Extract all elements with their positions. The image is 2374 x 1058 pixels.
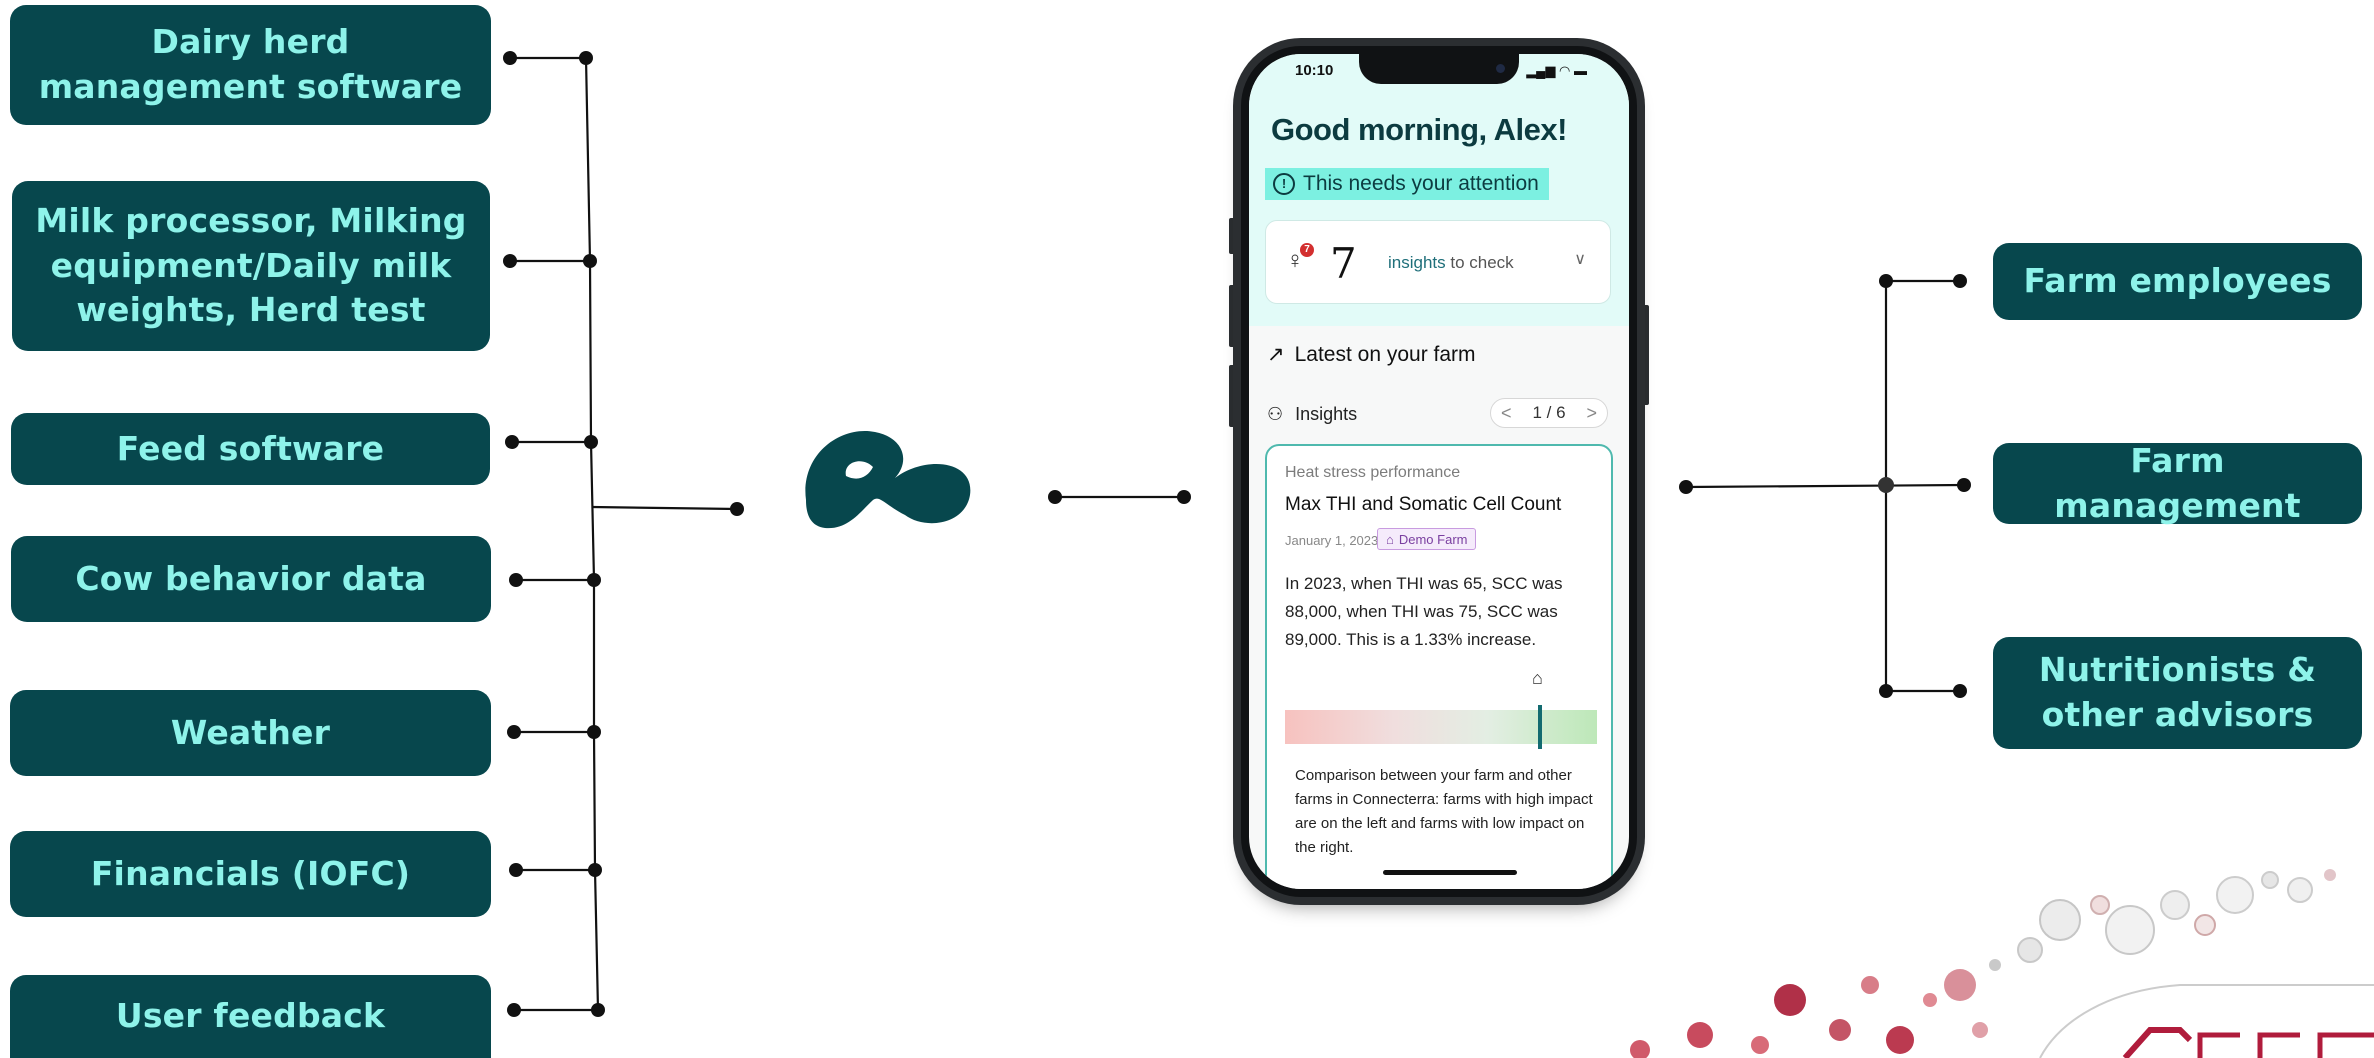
insights-link-text[interactable]: insights	[1388, 253, 1446, 272]
pager-text: 1 / 6	[1532, 403, 1566, 422]
source-connector-dots	[503, 51, 1191, 1017]
brand-logo-icon	[805, 430, 971, 529]
decorative-bubbles	[1630, 869, 2374, 1058]
chevron-left-icon[interactable]: <	[1501, 403, 1512, 424]
signal-icon: ▂▄▆	[1526, 63, 1556, 78]
insight-card[interactable]: Heat stress performance Max THI and Soma…	[1265, 444, 1613, 889]
insight-subtitle: Heat stress performance	[1285, 464, 1461, 481]
attention-text: This needs your attention	[1303, 172, 1539, 195]
insights-count: 7	[1330, 239, 1357, 288]
status-time: 10:10	[1295, 62, 1334, 79]
farm-icon: ⌂	[1386, 531, 1394, 547]
chevron-right-icon[interactable]: >	[1586, 403, 1597, 424]
audience-connectors	[1685, 279, 1965, 693]
wifi-icon: ◠	[1559, 63, 1571, 78]
insight-title: Max THI and Somatic Cell Count	[1285, 494, 1562, 515]
insights-row: ⚇ Insights	[1267, 404, 1357, 425]
farm-tag-label: Demo Farm	[1398, 531, 1468, 547]
notification-badge: 7	[1300, 243, 1314, 257]
chevron-down-icon[interactable]: ∨	[1574, 249, 1586, 269]
farm-position-marker	[1537, 705, 1542, 749]
latest-section-heading: ↗ Latest on your farm	[1267, 342, 1476, 367]
latest-title: Latest on your farm	[1294, 342, 1476, 366]
greeting-heading: Good morning, Alex!	[1271, 112, 1567, 147]
comparison-bar	[1285, 705, 1597, 749]
insight-footnote: Comparison between your farm and other f…	[1295, 767, 1593, 856]
insight-date: January 1, 2023	[1285, 533, 1379, 548]
insights-label: Insights	[1295, 404, 1358, 424]
insights-summary-card[interactable]: ♀ 7 7 insights to check ∨	[1265, 220, 1611, 304]
insights-link[interactable]: insights to check	[1388, 253, 1514, 273]
insights-link-rest: to check	[1445, 253, 1514, 272]
status-icons: ▂▄▆ ◠ ▬	[1526, 63, 1587, 79]
farm-tag: ⌂ Demo Farm	[1377, 528, 1477, 550]
attention-banner[interactable]: ! This needs your attention	[1265, 168, 1549, 200]
insights-people-icon: ⚇	[1267, 404, 1284, 424]
camera-icon	[1496, 64, 1505, 73]
trend-icon: ↗	[1267, 343, 1285, 366]
phone-screen: 10:10 ▂▄▆ ◠ ▬ Good morning, Alex! ! This…	[1249, 54, 1629, 889]
connector-diagram	[503, 51, 2374, 1058]
insight-body: In 2023, when THI was 65, SCC was 88,000…	[1285, 574, 1563, 649]
phone-notch	[1359, 54, 1519, 84]
source-connectors	[510, 56, 1184, 1012]
alert-icon: !	[1273, 173, 1295, 195]
farm-marker-icon: ⌂	[1532, 668, 1543, 688]
insights-pager: < 1 / 6 >	[1490, 398, 1608, 428]
home-indicator	[1383, 870, 1517, 875]
battery-icon: ▬	[1574, 63, 1587, 78]
